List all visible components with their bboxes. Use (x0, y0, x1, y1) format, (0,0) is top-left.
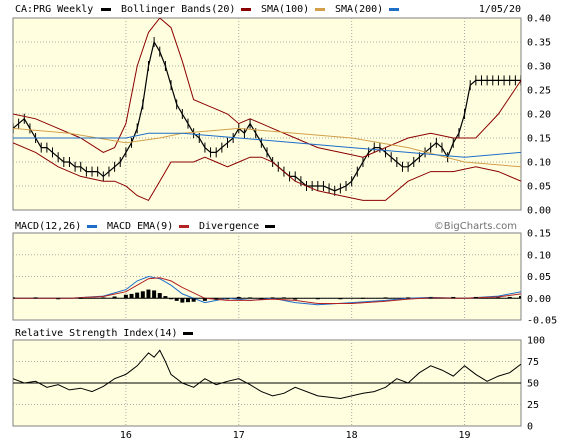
price-plot-area (12, 17, 522, 211)
rsi-y-ticks: 100 75 50 25 0 (527, 336, 545, 433)
divergence-bar (360, 297, 365, 299)
divergence-bar (473, 296, 478, 299)
rsi-panel: 100 75 50 25 0 Relative Strength Index(14) (12, 328, 545, 433)
legend-swatch (179, 225, 189, 228)
divergence-bar (101, 297, 106, 299)
legend-swatch (87, 225, 97, 228)
price-date: 1/05/20 (479, 4, 521, 15)
divergence-bar (191, 298, 196, 302)
legend-label: Relative Strength Index(14) (15, 328, 178, 339)
divergence-bar (152, 290, 157, 299)
legend-swatch (101, 8, 111, 11)
macd-watermark: ©BigCharts.com (434, 221, 517, 232)
y-tick-label: 0.30 (527, 62, 551, 73)
legend-label: SMA(200) (335, 4, 383, 15)
divergence-bar (259, 298, 264, 300)
divergence-bar (129, 293, 134, 299)
stock-chart: 0.00 0.05 0.10 0.15 0.20 0.25 0.30 0.35 0.40 CA:… (12, 4, 557, 441)
macd-plot-area (12, 232, 522, 321)
divergence-bar (180, 298, 185, 303)
y-tick-label: 25 (527, 400, 539, 411)
divergence-bar (123, 294, 128, 299)
divergence-bar (112, 296, 117, 299)
legend-label: Bollinger Bands(20) (121, 4, 235, 15)
divergence-bar (78, 297, 83, 299)
divergence-bar (225, 298, 230, 300)
divergence-bar (163, 296, 168, 299)
divergence-bar (383, 297, 388, 299)
price-y-ticks: 0.00 0.05 0.10 0.15 0.20 0.25 0.30 0.35 0.40 (527, 14, 551, 217)
macd-legend: MACD(12,26) MACD EMA(9) Divergence (15, 221, 275, 232)
y-tick-label: 75 (527, 357, 539, 368)
y-tick-label: 0.00 (527, 294, 551, 305)
divergence-bar (146, 289, 151, 299)
divergence-bar (236, 296, 241, 299)
y-tick-label: 0.10 (527, 158, 551, 169)
divergence-bar (13, 297, 15, 299)
x-tick-label: 18 (346, 430, 358, 441)
divergence-bar (169, 298, 174, 300)
y-tick-label: 50 (527, 379, 539, 390)
legend-label: MACD(12,26) (15, 221, 81, 232)
x-tick-label: 19 (459, 430, 471, 441)
y-tick-label: 0.05 (527, 272, 551, 283)
divergence-bar (248, 297, 253, 299)
divergence-bar (496, 297, 501, 299)
divergence-bar (428, 297, 433, 299)
macd-panel: 0.15 0.10 0.05 0.00 -0.05 MACD(12,26) MACD EM… (12, 221, 557, 327)
x-tick-label: 16 (120, 430, 132, 441)
legend-swatch (389, 8, 399, 11)
y-tick-label: 0.05 (527, 182, 551, 193)
y-tick-label: -0.05 (527, 316, 557, 327)
legend-label: SMA(100) (261, 4, 309, 15)
macd-y-ticks: 0.15 0.10 0.05 0.00 -0.05 (527, 229, 557, 327)
divergence-bar (281, 297, 286, 299)
legend-swatch (241, 8, 251, 11)
legend-label: Divergence (199, 221, 259, 232)
price-legend: CA:PRG Weekly Bollinger Bands(20) SMA(100)… (15, 4, 399, 15)
legend-label: MACD EMA(9) (107, 221, 173, 232)
divergence-bar (507, 296, 512, 299)
divergence-bar (270, 297, 275, 299)
y-tick-label: 0.35 (527, 38, 551, 49)
divergence-bar (135, 292, 140, 299)
divergence-bar (140, 291, 145, 299)
y-tick-label: 0.40 (527, 14, 551, 25)
divergence-bar (406, 297, 411, 299)
divergence-bar (451, 296, 456, 299)
y-tick-label: 0.10 (527, 250, 551, 261)
divergence-bar (315, 298, 320, 300)
chart-title: CA:PRG Weekly (15, 4, 93, 15)
legend-swatch (315, 8, 325, 11)
y-tick-label: 100 (527, 336, 545, 347)
divergence-bar (338, 298, 343, 300)
divergence-bar (157, 293, 162, 299)
divergence-bar (185, 298, 190, 303)
divergence-bar (519, 296, 521, 299)
divergence-bar (33, 297, 38, 299)
legend-swatch (183, 332, 193, 335)
divergence-bar (293, 298, 298, 300)
divergence-bar (174, 298, 179, 301)
y-tick-label: 0 (527, 422, 533, 433)
legend-swatch (265, 225, 275, 228)
y-tick-label: 0.25 (527, 86, 551, 97)
divergence-bar (202, 298, 207, 301)
rsi-legend: Relative Strength Index(14) (15, 328, 193, 339)
price-panel: 0.00 0.05 0.10 0.15 0.20 0.25 0.30 0.35 0.40 CA:… (12, 4, 551, 217)
y-tick-label: 0.15 (527, 134, 551, 145)
y-tick-label: 0.00 (527, 206, 551, 217)
divergence-bar (214, 298, 219, 300)
y-tick-label: 0.15 (527, 229, 551, 240)
y-tick-label: 0.20 (527, 110, 551, 121)
x-tick-label: 17 (233, 430, 245, 441)
divergence-bar (56, 298, 61, 300)
x-axis-ticks: 16 17 18 19 (120, 430, 471, 441)
